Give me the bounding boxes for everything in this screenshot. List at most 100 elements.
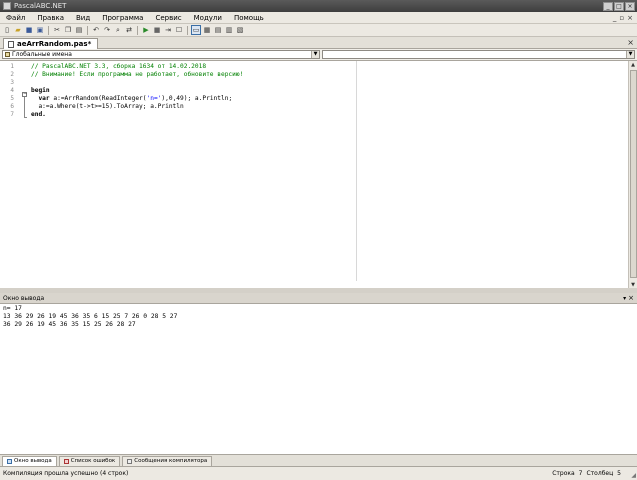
chevron-down-icon: ▼ bbox=[311, 51, 319, 58]
code-token: // PascalABC.NET 3.3, сборка 1634 от 14.… bbox=[31, 63, 207, 70]
module-explorer-icon[interactable]: ▥ bbox=[224, 25, 234, 35]
menu-edit[interactable]: Правка bbox=[31, 14, 70, 22]
status-bar: Компиляция прошла успешно (4 строк) Стро… bbox=[0, 466, 637, 480]
stop-icon[interactable]: ■ bbox=[152, 25, 162, 35]
tab-label: Список ошибок bbox=[70, 458, 116, 464]
menu-service[interactable]: Сервис bbox=[149, 14, 187, 22]
step-icon[interactable]: ⇥ bbox=[163, 25, 173, 35]
toolbar-separator bbox=[87, 25, 88, 35]
tab-error-list[interactable]: Список ошибок bbox=[58, 456, 121, 466]
redo-icon[interactable]: ↷ bbox=[102, 25, 112, 35]
file-tab-label: aeArrRandom.pas* bbox=[17, 40, 92, 48]
line-number: 6 bbox=[10, 103, 14, 110]
code-editor[interactable]: 1 2 3 4 5 6 7 − // PascalABC.NET 3.3, сб… bbox=[0, 60, 637, 289]
save-icon[interactable]: ■ bbox=[24, 25, 34, 35]
line-number: 2 bbox=[10, 71, 14, 78]
output-line: 36 29 26 19 45 36 35 15 25 26 28 27 bbox=[3, 321, 136, 328]
close-panel-icon[interactable]: × bbox=[628, 294, 634, 302]
toolbar-separator bbox=[187, 25, 188, 35]
resize-grip-icon[interactable]: ◢ bbox=[631, 472, 636, 479]
scope-combo-row: Глобальные имена ▼ ▼ bbox=[0, 49, 637, 60]
open-folder-icon[interactable]: ▰ bbox=[13, 25, 23, 35]
output-panel-header: Окно вывода ▾ × bbox=[0, 293, 637, 304]
pin-icon[interactable]: ▾ bbox=[623, 295, 626, 302]
right-margin-guide bbox=[356, 61, 357, 281]
tab-compiler-messages[interactable]: Сообщения компилятора bbox=[122, 456, 213, 466]
output-line: 13 36 29 26 19 45 36 35 6 15 25 7 26 0 2… bbox=[3, 313, 178, 320]
mdi-close-icon[interactable]: × bbox=[627, 14, 633, 22]
debug-icon[interactable]: ☐ bbox=[174, 25, 184, 35]
code-line: // Внимание! Если программа не работает,… bbox=[31, 71, 243, 78]
new-file-icon[interactable]: ▯ bbox=[2, 25, 12, 35]
mdi-restore-icon[interactable]: ▫ bbox=[619, 14, 624, 22]
maximize-button[interactable]: □ bbox=[614, 1, 624, 11]
output-window-icon bbox=[7, 459, 12, 464]
bottom-tab-strip: Окно вывода Список ошибок Сообщения комп… bbox=[0, 454, 637, 466]
tab-label: Окно вывода bbox=[14, 458, 52, 464]
menu-file[interactable]: Файл bbox=[0, 14, 31, 22]
options-icon[interactable]: ▤ bbox=[213, 25, 223, 35]
mdi-minimize-icon[interactable]: _ bbox=[613, 14, 617, 22]
copy-icon[interactable]: ❐ bbox=[63, 25, 73, 35]
member-combo[interactable]: ▼ bbox=[322, 50, 635, 59]
col-value: 5 bbox=[617, 470, 621, 477]
app-icon bbox=[3, 2, 11, 10]
menu-help[interactable]: Помощь bbox=[228, 14, 270, 22]
cut-icon[interactable]: ✂ bbox=[52, 25, 62, 35]
output-window[interactable]: n= 17 13 36 29 26 19 45 36 35 6 15 25 7 … bbox=[0, 304, 637, 454]
fold-line bbox=[24, 97, 25, 118]
output-panel-title: Окно вывода bbox=[3, 294, 45, 302]
line-number: 3 bbox=[10, 79, 14, 86]
toolbar-separator bbox=[137, 25, 138, 35]
line-number: 1 bbox=[10, 63, 14, 70]
namespace-icon bbox=[5, 52, 10, 57]
code-token: a:=ArrRandom(ReadInteger( bbox=[49, 95, 147, 102]
code-line: var a:=ArrRandom(ReadInteger('n='),0,49)… bbox=[31, 95, 232, 102]
close-button[interactable]: × bbox=[625, 1, 635, 11]
code-line: // PascalABC.NET 3.3, сборка 1634 от 14.… bbox=[31, 63, 206, 70]
editor-scrollbar[interactable]: ▲ ▼ bbox=[628, 61, 637, 289]
row-label: Строка bbox=[552, 470, 575, 477]
form-designer-icon[interactable]: ▦ bbox=[202, 25, 212, 35]
close-tab-icon[interactable]: × bbox=[627, 38, 634, 47]
chevron-down-icon: ▼ bbox=[626, 51, 634, 58]
undo-icon[interactable]: ↶ bbox=[91, 25, 101, 35]
help-icon[interactable]: ▧ bbox=[235, 25, 245, 35]
line-number: 4 bbox=[10, 87, 14, 94]
menu-view[interactable]: Вид bbox=[70, 14, 96, 22]
paste-icon[interactable]: ▤ bbox=[74, 25, 84, 35]
line-number: 7 bbox=[10, 111, 14, 118]
tab-output-window[interactable]: Окно вывода bbox=[2, 456, 57, 466]
scope-combo[interactable]: Глобальные имена ▼ bbox=[2, 50, 320, 59]
menu-bar: Файл Правка Вид Программа Сервис Модули … bbox=[0, 12, 637, 24]
find-icon[interactable]: ⌕ bbox=[113, 25, 123, 35]
code-token: // Внимание! Если программа не работает,… bbox=[31, 71, 244, 78]
toolbar-separator bbox=[48, 25, 49, 35]
file-tab[interactable]: aeArrRandom.pas* bbox=[3, 38, 99, 49]
replace-icon[interactable]: ⇄ bbox=[124, 25, 134, 35]
code-line: end. bbox=[31, 111, 46, 118]
scroll-up-icon[interactable]: ▲ bbox=[629, 61, 637, 69]
status-message: Компиляция прошла успешно (4 строк) bbox=[3, 470, 129, 477]
title-bar: PascalABC.NET _ □ × bbox=[0, 0, 637, 12]
toolbar: ▯ ▰ ■ ▣ ✂ ❐ ▤ ↶ ↷ ⌕ ⇄ ▶ ■ ⇥ ☐ ▭ ▦ ▤ ▥ ▧ bbox=[0, 24, 637, 37]
menu-program[interactable]: Программа bbox=[96, 14, 149, 22]
code-token: a:=a.Where(t->t>=15).ToArray; a.Println bbox=[31, 103, 184, 110]
fold-end bbox=[24, 117, 27, 118]
code-token: begin bbox=[31, 87, 50, 94]
code-token: var bbox=[38, 95, 50, 102]
output-line: n= 17 bbox=[3, 305, 22, 312]
save-all-icon[interactable]: ▣ bbox=[35, 25, 45, 35]
menu-modules[interactable]: Модули bbox=[188, 14, 228, 22]
output-window-toggle-icon[interactable]: ▭ bbox=[191, 25, 201, 35]
code-line: a:=a.Where(t->t>=15).ToArray; a.Println bbox=[31, 103, 184, 110]
scroll-thumb[interactable] bbox=[630, 70, 637, 278]
run-icon[interactable]: ▶ bbox=[141, 25, 151, 35]
error-list-icon bbox=[63, 459, 69, 464]
minimize-button[interactable]: _ bbox=[603, 1, 613, 11]
line-number-gutter: 1 2 3 4 5 6 7 bbox=[0, 61, 23, 289]
window-title: PascalABC.NET bbox=[14, 2, 67, 10]
col-label: Столбец bbox=[586, 470, 614, 477]
scope-combo-value: Глобальные имена bbox=[12, 51, 72, 58]
code-line: begin bbox=[31, 87, 50, 94]
